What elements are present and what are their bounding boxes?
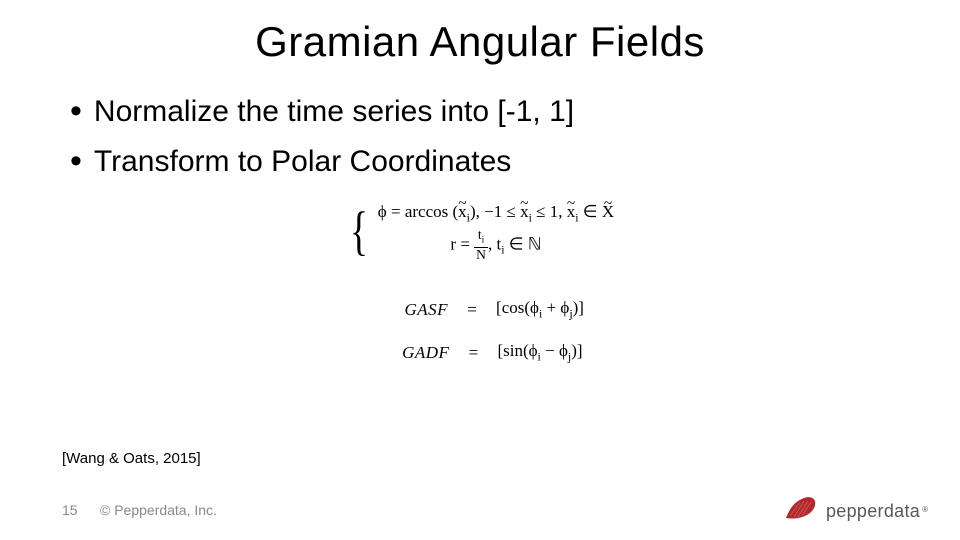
pepper-icon <box>784 494 820 522</box>
brand-name: pepperdata <box>826 501 920 522</box>
bullet-item: • Transform to Polar Coordinates <box>70 142 574 182</box>
copyright: © Pepperdata, Inc. <box>100 502 217 518</box>
citation: [Wang & Oats, 2015] <box>62 450 201 467</box>
bullet-text: Transform to Polar Coordinates <box>94 142 511 182</box>
formula-line-r: r = tiN, ti ∈ ℕ <box>450 229 541 262</box>
bullet-item: • Normalize the time series into [-1, 1] <box>70 92 574 132</box>
gadf-equation: GADF = [sin(ϕi − ϕj)] <box>377 341 582 364</box>
slide: Gramian Angular Fields • Normalize the t… <box>0 0 960 540</box>
page-number: 15 <box>62 502 78 518</box>
bullet-dot-icon: • <box>70 94 82 128</box>
left-brace-icon: { <box>350 204 368 258</box>
bullet-text: Normalize the time series into [-1, 1] <box>94 92 574 132</box>
gasf-gadf-block: GASF = [cos(ϕi + ϕj)] GADF = [sin(ϕi − ϕ… <box>0 288 960 375</box>
gasf-equation: GASF = [cos(ϕi + ϕj)] <box>376 298 584 321</box>
brand-logo: pepperdata ® <box>784 494 932 522</box>
formula-line-phi: ϕ = arccos (xi), −1 ≤ xi ≤ 1, xi ∈ X <box>378 200 614 229</box>
slide-title: Gramian Angular Fields <box>0 18 960 66</box>
brand-tm: ® <box>922 505 928 514</box>
bullet-list: • Normalize the time series into [-1, 1]… <box>70 92 574 192</box>
bullet-dot-icon: • <box>70 144 82 178</box>
polar-formula: { ϕ = arccos (xi), −1 ≤ xi ≤ 1, xi ∈ X r… <box>0 200 960 262</box>
